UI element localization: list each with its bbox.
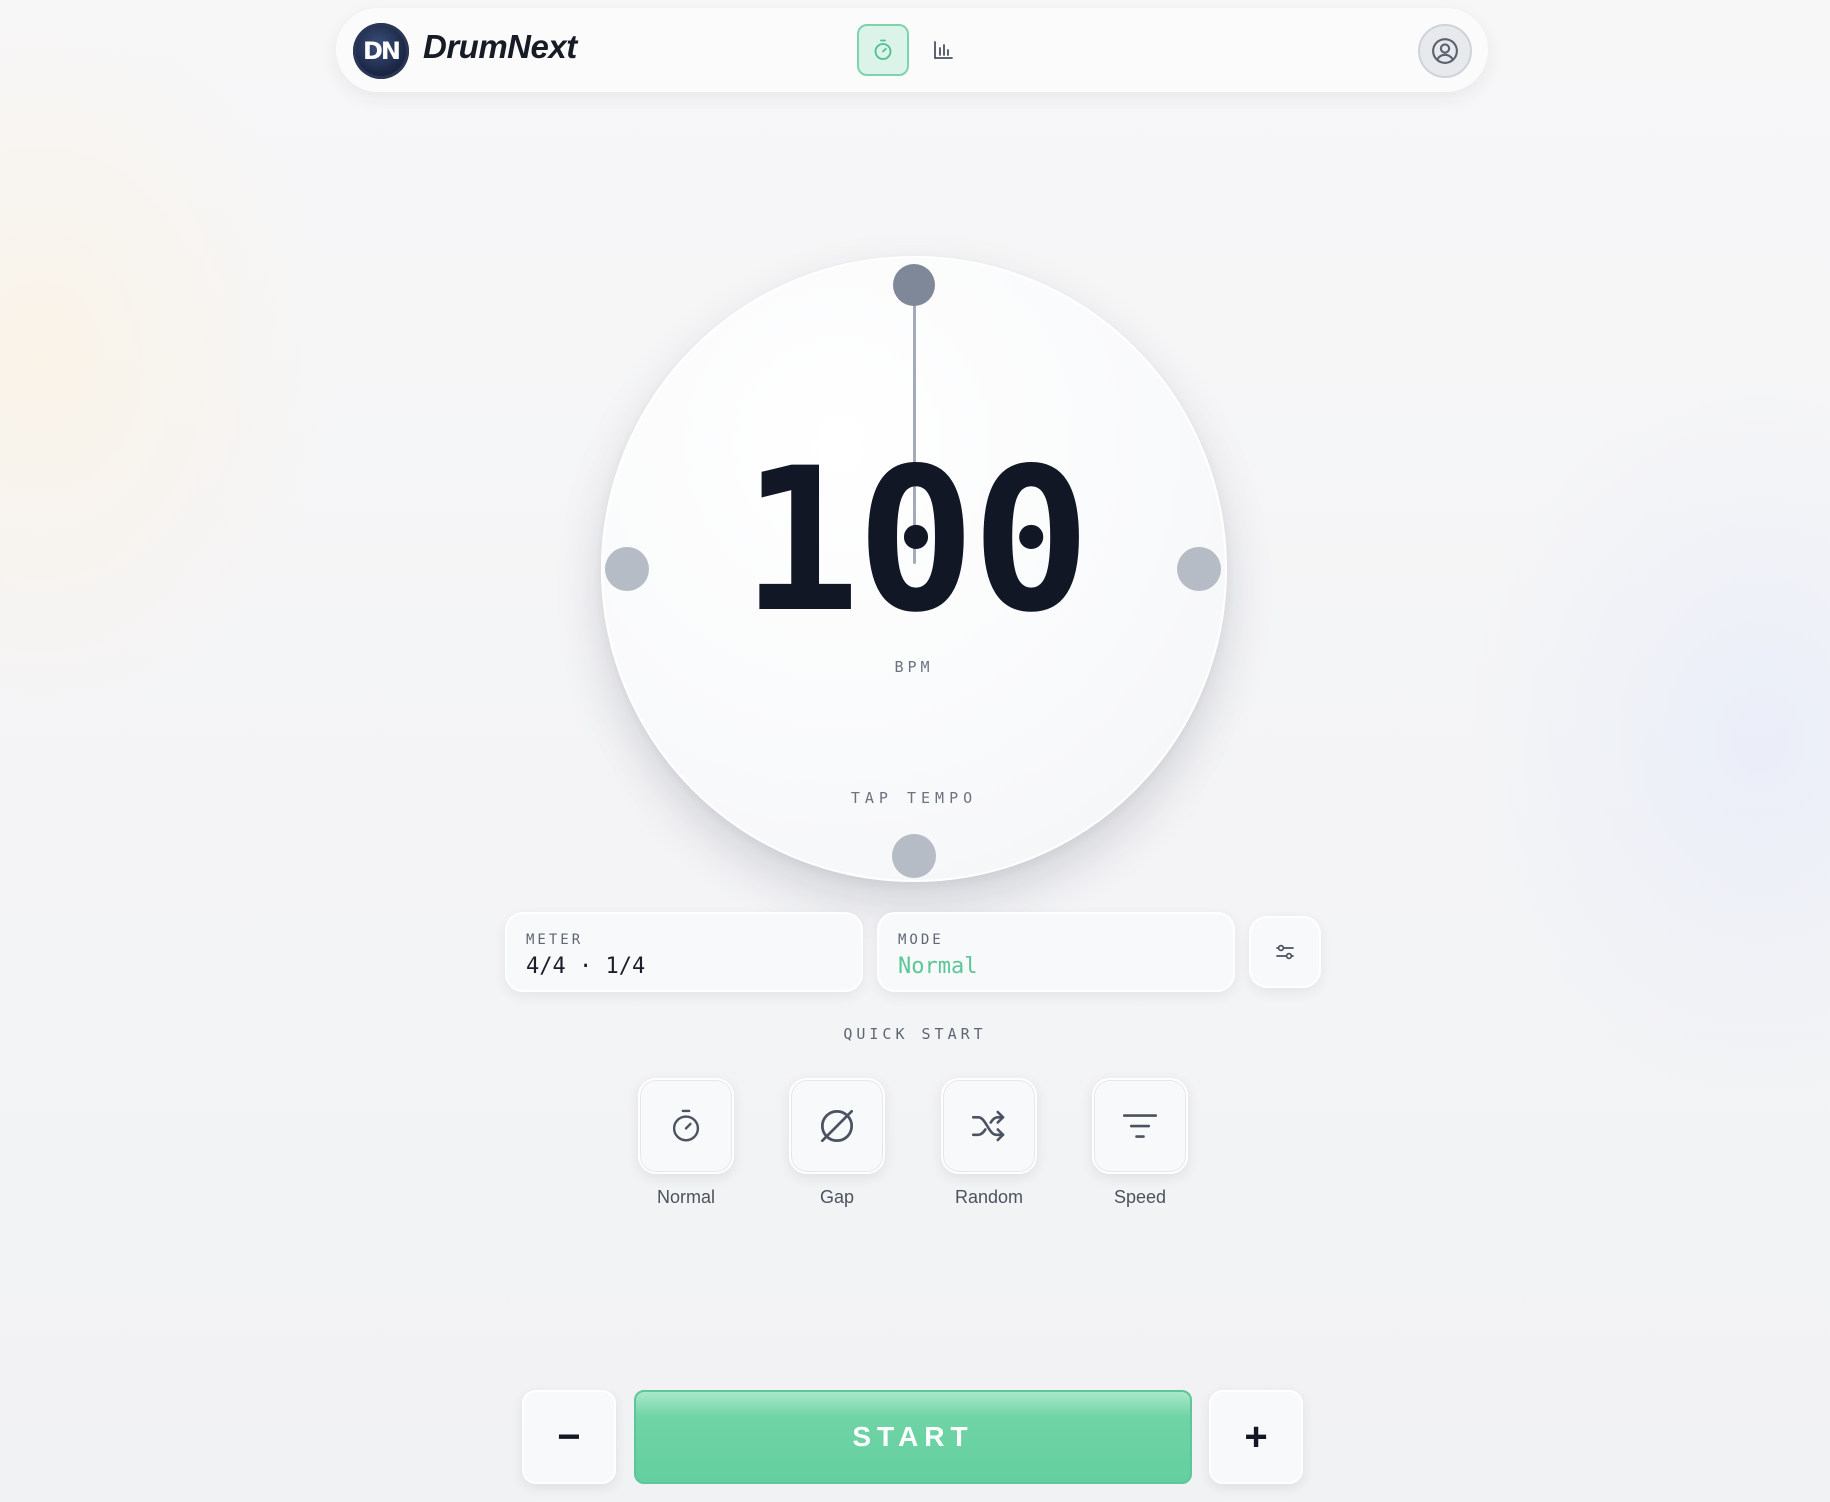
filter-lines-icon xyxy=(1122,1114,1158,1138)
start-button[interactable]: START xyxy=(634,1390,1192,1484)
account-button[interactable] xyxy=(1418,24,1472,78)
user-circle-icon xyxy=(1432,38,1458,64)
tempo-dial[interactable]: 100 BPM TAP TEMPO xyxy=(601,256,1227,882)
bar-chart-icon xyxy=(934,41,953,59)
settings-button[interactable] xyxy=(1249,916,1321,988)
quick-start-random: Random xyxy=(941,1078,1037,1208)
quick-start-speed: Speed xyxy=(1092,1078,1188,1208)
quick-start-gap: Gap xyxy=(789,1078,885,1208)
quick-start-normal-button[interactable] xyxy=(638,1078,734,1174)
quick-start-gap-label: Gap xyxy=(819,1187,855,1207)
shuffle-icon xyxy=(971,1110,1005,1142)
nav-metronome-button[interactable] xyxy=(857,24,909,76)
stopwatch-icon xyxy=(874,39,892,60)
empty-set-icon xyxy=(820,1109,854,1143)
mode-selector[interactable]: MODE Normal xyxy=(877,912,1235,992)
increase-bpm-button[interactable]: + xyxy=(1209,1390,1303,1484)
bpm-label: BPM xyxy=(894,658,934,676)
mode-value: Normal xyxy=(898,954,978,979)
quick-start-random-button[interactable] xyxy=(941,1078,1037,1174)
quick-start-title: QUICK START xyxy=(843,1025,987,1043)
quick-start-normal-label: Normal xyxy=(656,1187,715,1207)
quick-start-gap-button[interactable] xyxy=(789,1078,885,1174)
app-logo[interactable]: DN xyxy=(353,23,409,79)
nav-stats-button[interactable] xyxy=(917,24,969,76)
meter-selector[interactable]: METER 4/4 · 1/4 xyxy=(505,912,863,992)
sliders-icon xyxy=(1276,944,1294,960)
quick-start-speed-button[interactable] xyxy=(1092,1078,1188,1174)
app-brand-name: DrumNext xyxy=(423,28,577,65)
quick-start-normal: Normal xyxy=(638,1078,734,1208)
beat-indicator-1 xyxy=(893,264,935,306)
mode-label: MODE xyxy=(898,932,944,948)
tap-tempo-button[interactable]: TAP TEMPO xyxy=(603,789,1225,807)
decrease-bpm-button[interactable]: − xyxy=(522,1390,616,1484)
top-header: DN DrumNext xyxy=(336,8,1488,92)
meter-label: METER xyxy=(526,932,584,948)
quick-start-speed-label: Speed xyxy=(1113,1187,1167,1207)
stopwatch-icon xyxy=(672,1109,700,1142)
quick-start-random-label: Random xyxy=(954,1187,1024,1207)
meter-value: 4/4 · 1/4 xyxy=(526,954,646,979)
bpm-value: 100 xyxy=(741,425,1091,656)
beat-indicator-3 xyxy=(892,834,936,878)
